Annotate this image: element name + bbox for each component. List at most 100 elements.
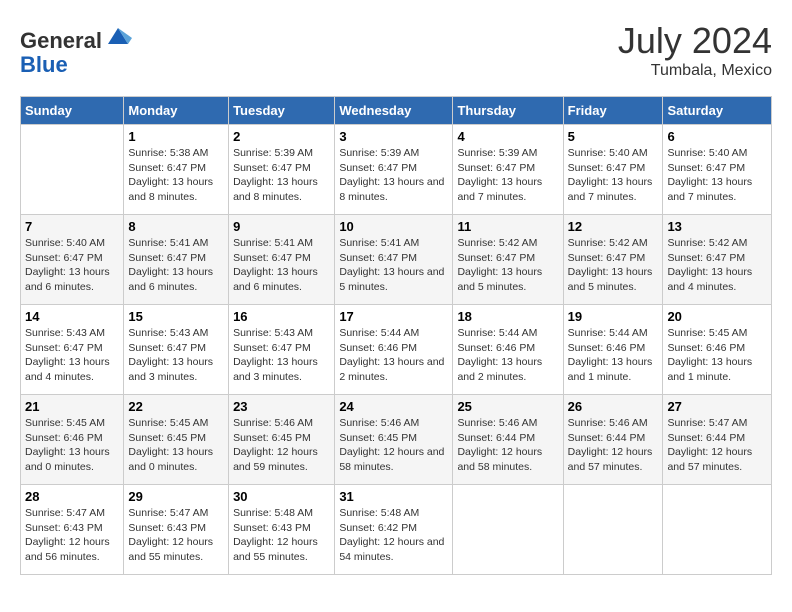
location-title: Tumbala, Mexico	[618, 62, 772, 80]
day-number: 30	[233, 489, 330, 504]
calendar-cell: 3 Sunrise: 5:39 AM Sunset: 6:47 PM Daylig…	[335, 125, 453, 215]
calendar-cell: 2Sunrise: 5:39 AM Sunset: 6:47 PM Daylig…	[229, 125, 335, 215]
calendar-cell: 15 Sunrise: 5:43 AM Sunset: 6:47 PM Dayli…	[124, 305, 229, 395]
calendar-cell: 5Sunrise: 5:40 AM Sunset: 6:47 PM Daylig…	[563, 125, 663, 215]
day-info: Sunrise: 5:41 AM Sunset: 6:47 PM Dayligh…	[339, 236, 448, 295]
calendar-table: SundayMondayTuesdayWednesdayThursdayFrid…	[20, 96, 772, 575]
day-number: 16	[233, 309, 330, 324]
day-info: Sunrise: 5:39 AM Sunset: 6:47 PM Dayligh…	[339, 146, 448, 205]
day-info: Sunrise: 5:44 AM Sunset: 6:46 PM Dayligh…	[339, 326, 448, 385]
month-title: July 2024	[618, 20, 772, 62]
calendar-cell: 16 Sunrise: 5:43 AM Sunset: 6:47 PM Dayli…	[229, 305, 335, 395]
calendar-cell: 8Sunrise: 5:41 AM Sunset: 6:47 PM Daylig…	[124, 215, 229, 305]
calendar-cell: 30 Sunrise: 5:48 AM Sunset: 6:43 PM Dayli…	[229, 485, 335, 575]
day-number: 4	[457, 129, 558, 144]
logo-blue-text: Blue	[20, 52, 68, 77]
day-number: 13	[667, 219, 767, 234]
day-info: Sunrise: 5:47 AM Sunset: 6:44 PM Dayligh…	[667, 416, 767, 475]
day-info: Sunrise: 5:40 AM Sunset: 6:47 PM Dayligh…	[25, 236, 119, 295]
day-info: Sunrise: 5:41 AM Sunset: 6:47 PM Dayligh…	[233, 236, 330, 295]
day-number: 24	[339, 399, 448, 414]
day-info: Sunrise: 5:41 AM Sunset: 6:47 PM Dayligh…	[128, 236, 224, 295]
day-info: Sunrise: 5:46 AM Sunset: 6:44 PM Dayligh…	[457, 416, 558, 475]
day-number: 1	[128, 129, 224, 144]
calendar-cell: 26Sunrise: 5:46 AM Sunset: 6:44 PM Dayli…	[563, 395, 663, 485]
day-info: Sunrise: 5:42 AM Sunset: 6:47 PM Dayligh…	[568, 236, 659, 295]
day-info: Sunrise: 5:46 AM Sunset: 6:45 PM Dayligh…	[339, 416, 448, 475]
day-number: 25	[457, 399, 558, 414]
logo-icon	[104, 20, 132, 48]
calendar-cell: 1 Sunrise: 5:38 AM Sunset: 6:47 PM Daylig…	[124, 125, 229, 215]
calendar-cell: 11Sunrise: 5:42 AM Sunset: 6:47 PM Dayli…	[453, 215, 563, 305]
calendar-week-row: 14 Sunrise: 5:43 AM Sunset: 6:47 PM Dayli…	[21, 305, 772, 395]
calendar-cell	[663, 485, 772, 575]
day-info: Sunrise: 5:43 AM Sunset: 6:47 PM Dayligh…	[25, 326, 119, 385]
calendar-cell: 29 Sunrise: 5:47 AM Sunset: 6:43 PM Dayli…	[124, 485, 229, 575]
calendar-cell: 6 Sunrise: 5:40 AM Sunset: 6:47 PM Daylig…	[663, 125, 772, 215]
day-info: Sunrise: 5:45 AM Sunset: 6:46 PM Dayligh…	[25, 416, 119, 475]
day-number: 18	[457, 309, 558, 324]
day-number: 17	[339, 309, 448, 324]
col-header-wednesday: Wednesday	[335, 97, 453, 125]
page-header: General Blue July 2024 Tumbala, Mexico	[20, 20, 772, 80]
calendar-cell: 28Sunrise: 5:47 AM Sunset: 6:43 PM Dayli…	[21, 485, 124, 575]
calendar-week-row: 28 Sunrise: 5:47 AM Sunset: 6:43 PM Dayli…	[21, 485, 772, 575]
day-info: Sunrise: 5:38 AM Sunset: 6:47 PM Dayligh…	[128, 146, 224, 205]
calendar-cell: 13 Sunrise: 5:42 AM Sunset: 6:47 PM Dayli…	[663, 215, 772, 305]
day-number: 19	[568, 309, 659, 324]
col-header-thursday: Thursday	[453, 97, 563, 125]
calendar-cell: 21Sunrise: 5:45 AM Sunset: 6:46 PM Dayli…	[21, 395, 124, 485]
calendar-cell: 20Sunrise: 5:45 AM Sunset: 6:46 PM Dayli…	[663, 305, 772, 395]
col-header-monday: Monday	[124, 97, 229, 125]
day-number: 5	[568, 129, 659, 144]
day-number: 3	[339, 129, 448, 144]
day-number: 28	[25, 489, 119, 504]
calendar-cell	[453, 485, 563, 575]
title-block: July 2024 Tumbala, Mexico	[618, 20, 772, 80]
calendar-cell: 7Sunrise: 5:40 AM Sunset: 6:47 PM Daylig…	[21, 215, 124, 305]
col-header-saturday: Saturday	[663, 97, 772, 125]
col-header-friday: Friday	[563, 97, 663, 125]
logo: General Blue	[20, 20, 132, 77]
calendar-cell: 9 Sunrise: 5:41 AM Sunset: 6:47 PM Daylig…	[229, 215, 335, 305]
day-number: 31	[339, 489, 448, 504]
day-number: 2	[233, 129, 330, 144]
day-number: 14	[25, 309, 119, 324]
day-number: 29	[128, 489, 224, 504]
day-number: 10	[339, 219, 448, 234]
day-info: Sunrise: 5:45 AM Sunset: 6:46 PM Dayligh…	[667, 326, 767, 385]
calendar-cell: 22 Sunrise: 5:45 AM Sunset: 6:45 PM Dayli…	[124, 395, 229, 485]
calendar-week-row: 7Sunrise: 5:40 AM Sunset: 6:47 PM Daylig…	[21, 215, 772, 305]
day-number: 9	[233, 219, 330, 234]
day-number: 22	[128, 399, 224, 414]
day-number: 15	[128, 309, 224, 324]
col-header-sunday: Sunday	[21, 97, 124, 125]
day-info: Sunrise: 5:43 AM Sunset: 6:47 PM Dayligh…	[233, 326, 330, 385]
calendar-cell	[21, 125, 124, 215]
calendar-header-row: SundayMondayTuesdayWednesdayThursdayFrid…	[21, 97, 772, 125]
day-info: Sunrise: 5:46 AM Sunset: 6:45 PM Dayligh…	[233, 416, 330, 475]
day-info: Sunrise: 5:45 AM Sunset: 6:45 PM Dayligh…	[128, 416, 224, 475]
day-info: Sunrise: 5:40 AM Sunset: 6:47 PM Dayligh…	[667, 146, 767, 205]
day-number: 11	[457, 219, 558, 234]
calendar-cell: 27 Sunrise: 5:47 AM Sunset: 6:44 PM Dayli…	[663, 395, 772, 485]
calendar-cell: 31Sunrise: 5:48 AM Sunset: 6:42 PM Dayli…	[335, 485, 453, 575]
calendar-cell: 24 Sunrise: 5:46 AM Sunset: 6:45 PM Dayli…	[335, 395, 453, 485]
day-number: 27	[667, 399, 767, 414]
day-number: 23	[233, 399, 330, 414]
day-info: Sunrise: 5:44 AM Sunset: 6:46 PM Dayligh…	[457, 326, 558, 385]
calendar-cell: 4 Sunrise: 5:39 AM Sunset: 6:47 PM Daylig…	[453, 125, 563, 215]
day-info: Sunrise: 5:43 AM Sunset: 6:47 PM Dayligh…	[128, 326, 224, 385]
calendar-cell: 25 Sunrise: 5:46 AM Sunset: 6:44 PM Dayli…	[453, 395, 563, 485]
day-info: Sunrise: 5:44 AM Sunset: 6:46 PM Dayligh…	[568, 326, 659, 385]
calendar-cell: 14 Sunrise: 5:43 AM Sunset: 6:47 PM Dayli…	[21, 305, 124, 395]
day-number: 6	[667, 129, 767, 144]
calendar-cell: 10 Sunrise: 5:41 AM Sunset: 6:47 PM Dayli…	[335, 215, 453, 305]
day-info: Sunrise: 5:47 AM Sunset: 6:43 PM Dayligh…	[128, 506, 224, 565]
day-info: Sunrise: 5:42 AM Sunset: 6:47 PM Dayligh…	[667, 236, 767, 295]
day-info: Sunrise: 5:39 AM Sunset: 6:47 PM Dayligh…	[457, 146, 558, 205]
col-header-tuesday: Tuesday	[229, 97, 335, 125]
calendar-cell	[563, 485, 663, 575]
day-info: Sunrise: 5:48 AM Sunset: 6:43 PM Dayligh…	[233, 506, 330, 565]
calendar-week-row: 1 Sunrise: 5:38 AM Sunset: 6:47 PM Daylig…	[21, 125, 772, 215]
